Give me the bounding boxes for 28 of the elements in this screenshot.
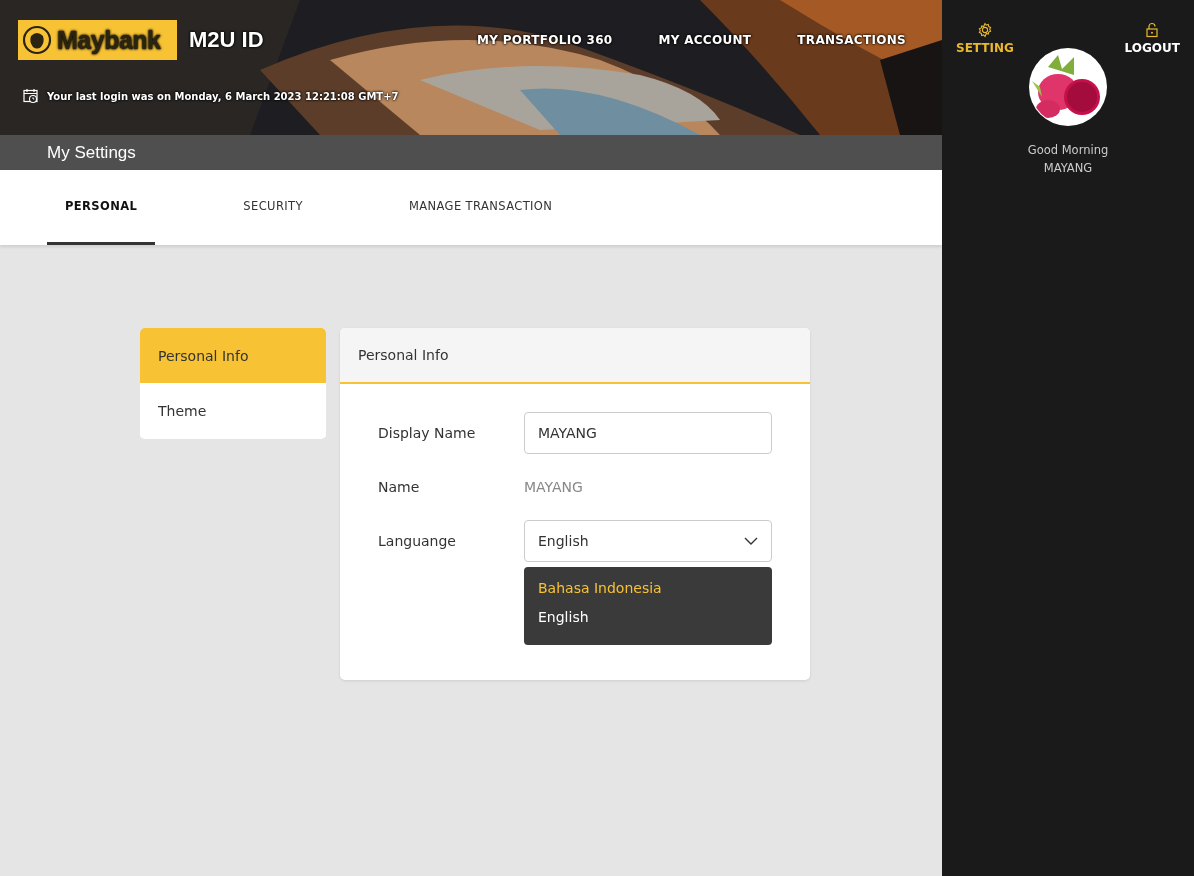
- tab[interactable]: PERSONAL: [47, 170, 156, 245]
- nav-link[interactable]: TRANSACTIONS: [797, 33, 906, 47]
- input-field[interactable]: MAYANG: [524, 412, 772, 454]
- settings-icon: [976, 22, 993, 38]
- logo-text: Maybank: [57, 25, 161, 55]
- field-label: Display Name: [378, 424, 477, 443]
- field-label: Languange: [378, 532, 457, 551]
- dropdown-option[interactable]: Bahasa Indonesia: [524, 574, 772, 603]
- field-value: MAYANG: [524, 478, 584, 495]
- chevron-down-icon: [744, 537, 758, 545]
- language-dropdown[interactable]: English: [524, 520, 772, 562]
- nav-link[interactable]: MY ACCOUNT: [658, 33, 752, 47]
- side-menu-item[interactable]: Personal Info: [140, 328, 326, 383]
- sidebar-action[interactable]: SETTING: [956, 22, 1014, 55]
- maybank-logo[interactable]: Maybank: [18, 20, 177, 60]
- calendar-clock-icon: [23, 88, 39, 104]
- unlocked-padlock-icon: [1144, 22, 1161, 38]
- nav-link[interactable]: MY PORTFOLIO 360: [477, 33, 613, 47]
- panel-title: Personal Info: [358, 347, 449, 363]
- dropdown-option[interactable]: English: [524, 603, 772, 632]
- app-title: M2U ID: [189, 27, 264, 53]
- user-name: MAYANG: [1043, 160, 1093, 177]
- greeting-text: Good Morning: [1027, 142, 1109, 159]
- tab[interactable]: MANAGE TRANSACTION: [390, 170, 571, 245]
- field-label: Name: [378, 478, 421, 497]
- page-title: My Settings: [47, 142, 136, 163]
- tab[interactable]: SECURITY: [225, 170, 321, 245]
- sidebar-action[interactable]: LOGOUT: [1124, 22, 1180, 55]
